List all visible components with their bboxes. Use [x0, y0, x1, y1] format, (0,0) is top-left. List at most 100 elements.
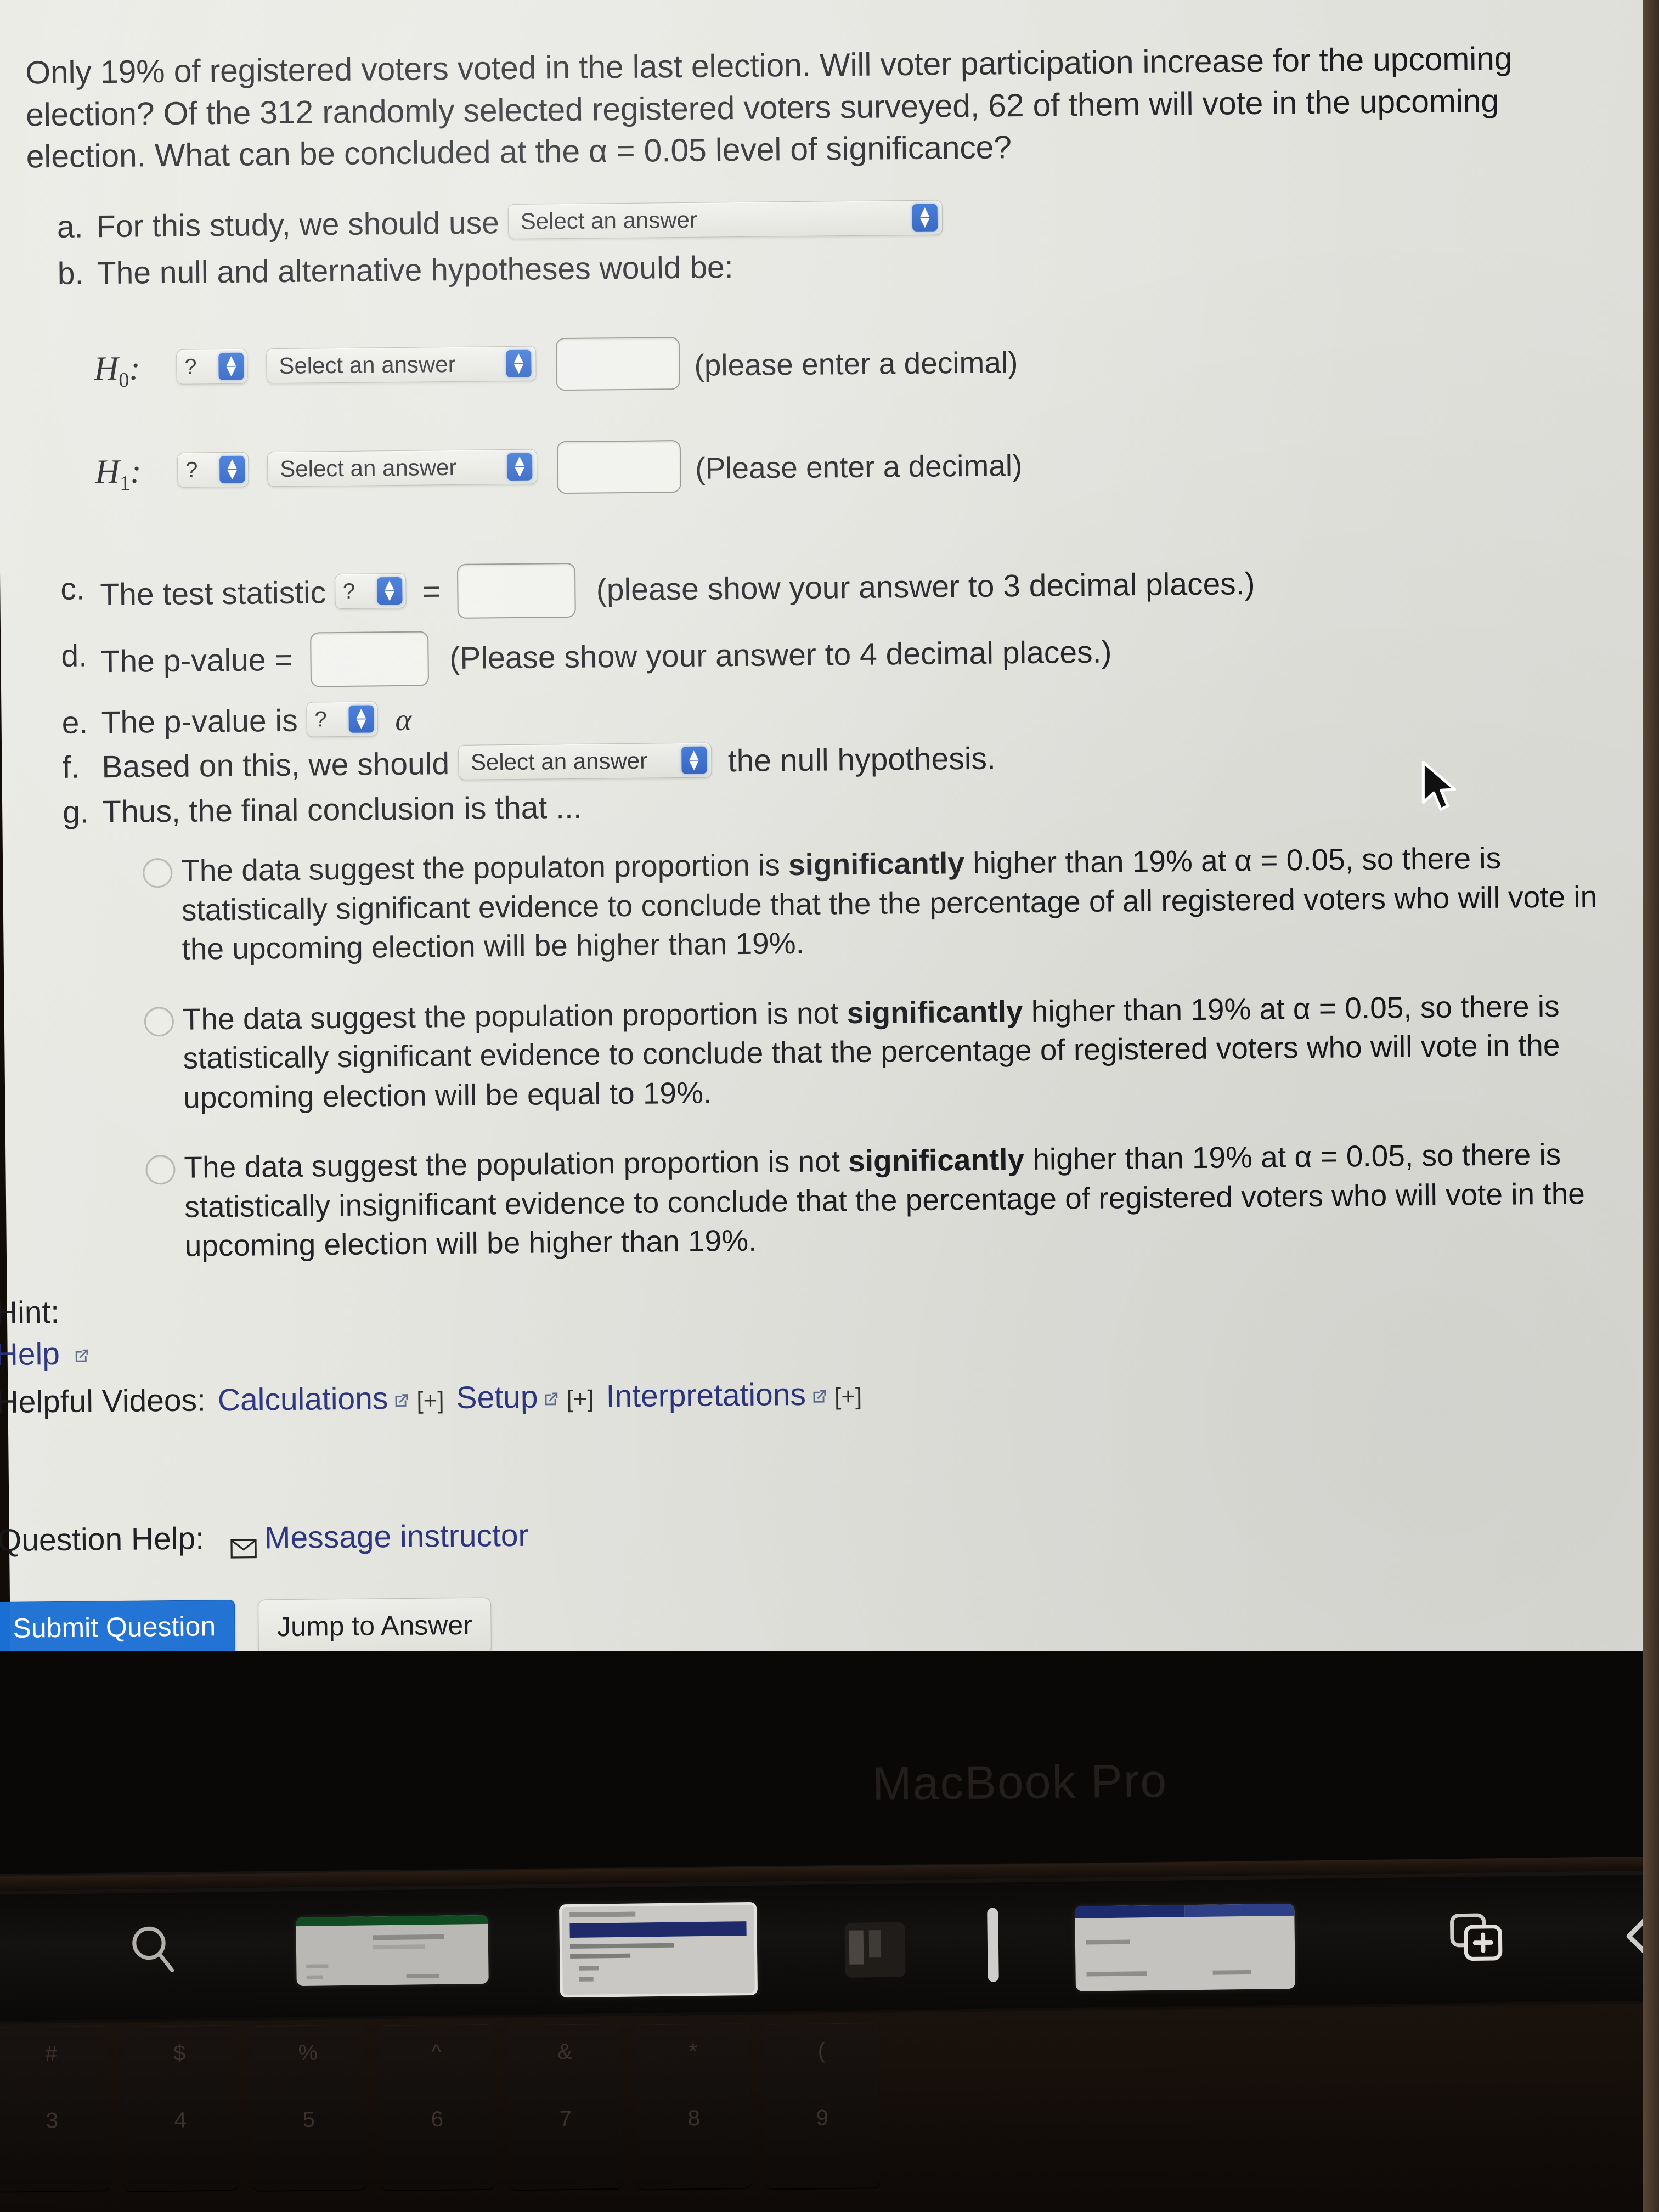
hypothesis-alt-row: H1: ? ▲ ▼ Select an answer ▲ ▼ (Please ent…: [95, 433, 1577, 500]
key-label: 5: [302, 2107, 315, 2132]
laptop-body: MacBook Pro # 3 $ 4 % 5 ^ 6 & 7 * 8 (9: [0, 1651, 1659, 2212]
conclusion-option-label: The data suggest the populaton proportio…: [180, 840, 1598, 966]
macbook-pro-wordmark: MacBook Pro: [872, 1754, 1168, 1810]
h0-parameter-value: ?: [184, 354, 197, 379]
chevron-updown-icon[interactable]: ▲ ▼: [376, 576, 403, 605]
chevron-updown-icon[interactable]: ▲ ▼: [219, 455, 245, 484]
keyboard-key[interactable]: $4: [121, 2025, 239, 2191]
part-e-compare-value: ?: [314, 707, 327, 732]
expand-toggle[interactable]: [+]: [416, 1387, 444, 1414]
part-a-label: For this study, we should use: [96, 205, 500, 245]
part-g-marker: g.: [62, 794, 89, 830]
part-c-marker: c.: [60, 571, 85, 607]
conclusion-option[interactable]: The data suggest the population proporti…: [144, 986, 1627, 1118]
key-shift-label: *: [689, 2039, 698, 2064]
helpful-video-link[interactable]: Setup: [456, 1379, 538, 1415]
h0-parameter-select[interactable]: ? ▲ ▼: [176, 348, 248, 385]
keyboard-key[interactable]: % 5: [250, 2024, 368, 2191]
keyboard-key[interactable]: ^ 6: [378, 2024, 496, 2191]
part-e-label: The p-value is: [101, 703, 298, 741]
touch-bar-tab-preview-3[interactable]: [844, 1922, 906, 1978]
keyboard-number-row[interactable]: #3 $4% 5 ^ 6 & 7 * 8(9: [0, 2002, 1659, 2212]
touch-bar-tab-preview-2-active[interactable]: [558, 1901, 758, 1998]
touch-bar-tab-preview-4[interactable]: [987, 1908, 999, 1982]
helpful-video-entry: Interpretations [+]: [606, 1373, 862, 1418]
keyboard-key[interactable]: (9: [763, 2023, 881, 2189]
radio-button-icon[interactable]: [145, 1154, 176, 1185]
part-e-alpha: α: [395, 702, 412, 738]
part-f-suffix: the null hypothesis.: [727, 741, 996, 779]
part-a-select[interactable]: Select an answer ▲ ▼: [507, 200, 943, 239]
search-icon[interactable]: [126, 1921, 181, 1979]
part-c-value-input[interactable]: [456, 562, 576, 619]
keyboard-key[interactable]: #3: [0, 2025, 111, 2192]
hypothesis-null-row: H0: ? ▲ ▼ Select an answer ▲ ▼ (please ent…: [94, 330, 1576, 397]
part-d: d. The p-value = (Please show your answe…: [61, 622, 1641, 692]
part-e-compare-select[interactable]: ? ▲ ▼: [306, 701, 378, 737]
question-parts-lower: c. The test statistic ? ▲ ▼ = (please sho…: [60, 555, 1643, 837]
h1-symbol: H1:: [94, 453, 142, 495]
keyboard-key[interactable]: * 8: [635, 2023, 753, 2190]
part-d-value-input[interactable]: [310, 631, 430, 687]
part-c-note: (please show your answer to 3 decimal pl…: [596, 566, 1255, 608]
conclusion-option-label: The data suggest the population proporti…: [184, 1137, 1585, 1263]
h1-note: (Please enter a decimal): [695, 448, 1023, 486]
h1-parameter-select[interactable]: ? ▲ ▼: [177, 452, 249, 488]
h0-symbol: H0:: [94, 349, 141, 392]
part-d-note: (Please show your answer to 4 decimal pl…: [449, 634, 1112, 676]
h0-value-input[interactable]: [555, 337, 680, 391]
help-link[interactable]: Help: [0, 1336, 60, 1372]
chevron-updown-icon[interactable]: ▲ ▼: [218, 352, 244, 381]
part-c: c. The test statistic ? ▲ ▼ = (please sho…: [60, 555, 1641, 625]
radio-button-icon[interactable]: [143, 857, 173, 888]
part-b-marker: b.: [57, 256, 84, 292]
chevron-updown-icon[interactable]: ▲ ▼: [681, 746, 707, 775]
new-tab-icon[interactable]: [1448, 1909, 1509, 1967]
h1-value-input[interactable]: [556, 440, 681, 494]
chevron-updown-icon[interactable]: ▲ ▼: [506, 452, 533, 481]
helpful-video-link[interactable]: Calculations: [218, 1381, 388, 1418]
touch-bar[interactable]: [0, 1874, 1659, 2021]
key-label: 9: [816, 2106, 829, 2130]
question-help-label: Question Help:: [0, 1521, 205, 1559]
part-d-marker: d.: [61, 638, 88, 674]
conclusion-option[interactable]: The data suggest the population proporti…: [145, 1135, 1628, 1266]
question-help-row: Question Help: Message instructor: [0, 1517, 529, 1559]
touch-bar-tab-preview-1[interactable]: [296, 1915, 489, 1987]
helpful-video-link[interactable]: Interpretations: [606, 1377, 806, 1414]
part-f-marker: f.: [62, 749, 80, 786]
external-link-icon: [391, 1379, 410, 1407]
part-c-stat-select[interactable]: ? ▲ ▼: [334, 573, 407, 610]
expand-toggle[interactable]: [+]: [834, 1383, 862, 1410]
question-parts: a. For this study, we should use Select …: [57, 193, 1638, 299]
hint-block: Hint: Help Helpful Videos: Calculations[…: [0, 1284, 862, 1423]
part-c-equals: =: [422, 574, 441, 610]
key-label: 7: [559, 2106, 572, 2131]
expand-toggle[interactable]: [+]: [566, 1385, 594, 1412]
part-f-select-value: Select an answer: [470, 747, 648, 775]
keyboard-key[interactable]: & 7: [506, 2023, 624, 2190]
helpful-video-entry: Calculations [+]: [218, 1377, 444, 1421]
screen-bezel: [0, 1651, 1659, 1875]
h1-parameter-value: ?: [185, 457, 198, 482]
h1-operator-select[interactable]: Select an answer ▲ ▼: [267, 449, 538, 487]
conclusion-option[interactable]: The data suggest the populaton proportio…: [143, 838, 1625, 969]
part-b-text: The null and alternative hypotheses woul…: [97, 250, 733, 291]
h0-operator-value: Select an answer: [279, 351, 456, 379]
chevron-updown-icon[interactable]: ▲ ▼: [912, 203, 938, 232]
part-a-marker: a.: [57, 209, 83, 245]
radio-button-icon[interactable]: [144, 1006, 174, 1036]
helpful-videos-row: Helpful Videos: Calculations [+] Setup [+] I…: [0, 1373, 862, 1424]
jump-to-answer-button[interactable]: Jump to Answer: [257, 1597, 492, 1657]
message-instructor-link[interactable]: Message instructor: [264, 1517, 529, 1556]
touch-bar-tab-preview-5[interactable]: [1075, 1903, 1295, 1991]
submit-question-button[interactable]: Submit Question: [0, 1599, 235, 1657]
part-f-select[interactable]: Select an answer ▲ ▼: [458, 742, 712, 781]
h0-operator-select[interactable]: Select an answer ▲ ▼: [266, 346, 537, 384]
mouse-cursor-icon: [1420, 760, 1458, 813]
chevron-updown-icon[interactable]: ▲ ▼: [506, 349, 532, 378]
help-link-row[interactable]: Help: [0, 1325, 862, 1376]
conclusion-radio-group[interactable]: The data suggest the populaton proportio…: [143, 838, 1628, 1297]
chevron-updown-icon[interactable]: ▲ ▼: [348, 704, 374, 733]
key-shift-label: (: [817, 2039, 826, 2063]
